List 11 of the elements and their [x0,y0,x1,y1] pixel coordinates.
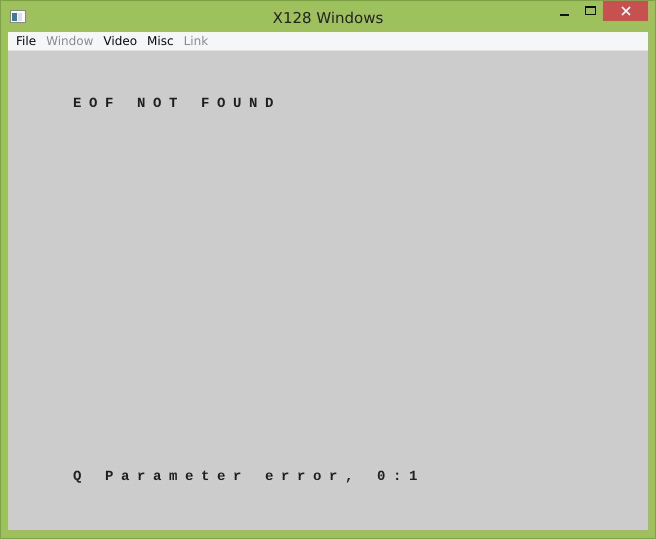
close-icon [620,6,630,16]
screen-text: Q Parameter error, 0:1 [73,468,426,486]
window-title: X128 Windows [272,8,384,29]
menu-item[interactable]: Misc [142,32,179,50]
app-icon [10,10,26,23]
menu-item[interactable]: Video [98,32,142,50]
screen-text: EOF NOT FOUND [73,95,282,113]
minimize-icon [560,14,568,16]
close-button[interactable] [603,1,648,21]
maximize-icon [584,6,596,16]
menu-item[interactable]: File [11,32,42,50]
